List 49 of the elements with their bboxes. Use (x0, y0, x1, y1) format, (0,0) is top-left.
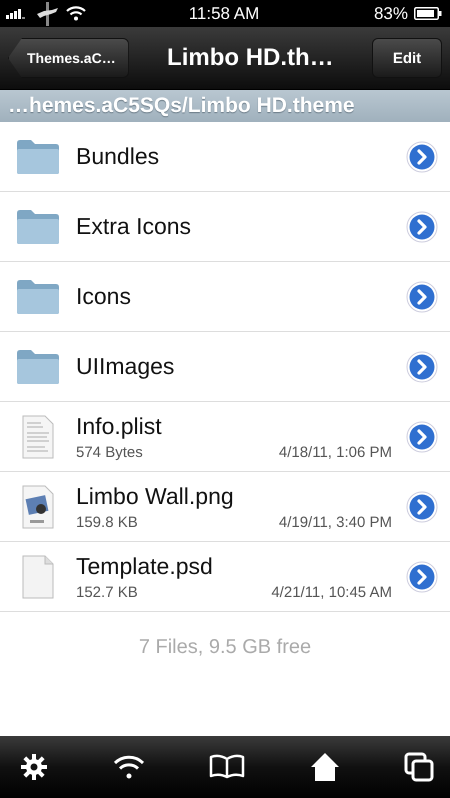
document-icon (21, 414, 55, 458)
file-name: Extra Icons (76, 213, 192, 240)
folder-icon (15, 138, 61, 174)
file-size: 574 Bytes (76, 444, 143, 460)
disclosure-icon[interactable] (406, 280, 438, 312)
folder-icon (15, 348, 61, 384)
file-name: Icons (76, 283, 132, 310)
settings-icon[interactable] (20, 753, 48, 781)
file-name: Limbo Wall.png (76, 482, 235, 510)
back-button[interactable]: Themes.aC… (8, 38, 129, 78)
file-row[interactable]: Info.plist 574 Bytes 4/18/11, 1:06 PM (0, 402, 450, 472)
disclosure-icon[interactable] (406, 210, 438, 242)
file-size: 152.7 KB (76, 584, 138, 600)
disclosure-icon[interactable] (406, 420, 438, 452)
disclosure-icon[interactable] (406, 350, 438, 382)
folder-icon (15, 278, 61, 314)
folder-icon (15, 208, 61, 244)
disclosure-icon[interactable] (406, 140, 438, 172)
book-icon[interactable] (209, 754, 245, 780)
battery-percent: 83% (374, 4, 408, 24)
file-date: 4/18/11, 1:06 PM (278, 444, 392, 460)
path-text: …hemes.aC5SQs/Limbo HD.theme (8, 94, 355, 118)
file-name: UIImages (76, 353, 176, 380)
file-name: Info.plist (76, 412, 163, 440)
windows-icon[interactable] (404, 752, 434, 782)
file-row[interactable]: UIImages (0, 332, 450, 402)
signal-icon (6, 8, 28, 18)
file-row[interactable]: Bundles (0, 122, 450, 192)
image-file-icon (21, 484, 55, 528)
disclosure-icon[interactable] (406, 560, 438, 592)
wifi-icon[interactable] (112, 754, 144, 780)
status-time: 11:58 AM (188, 4, 260, 24)
storage-summary: 7 Files, 9.5 GB free (138, 636, 312, 660)
wifi-icon (66, 6, 86, 21)
file-size: 159.8 KB (76, 514, 138, 530)
file-row[interactable]: Limbo Wall.png 159.8 KB 4/19/11, 3:40 PM (0, 472, 450, 542)
file-row[interactable]: Icons (0, 262, 450, 332)
blank-file-icon (21, 554, 55, 598)
nav-title: Limbo HD.th… (167, 44, 334, 72)
file-date: 4/21/11, 10:45 AM (271, 584, 392, 600)
home-icon[interactable] (310, 752, 340, 782)
disclosure-icon[interactable] (406, 490, 438, 522)
file-name: Template.psd (76, 552, 214, 580)
edit-button[interactable]: Edit (372, 38, 442, 78)
battery-icon (414, 7, 442, 20)
file-name: Bundles (76, 143, 160, 170)
file-row[interactable]: Extra Icons (0, 192, 450, 262)
file-row[interactable]: Template.psd 152.7 KB 4/21/11, 10:45 AM (0, 542, 450, 612)
file-date: 4/19/11, 3:40 PM (278, 514, 392, 530)
